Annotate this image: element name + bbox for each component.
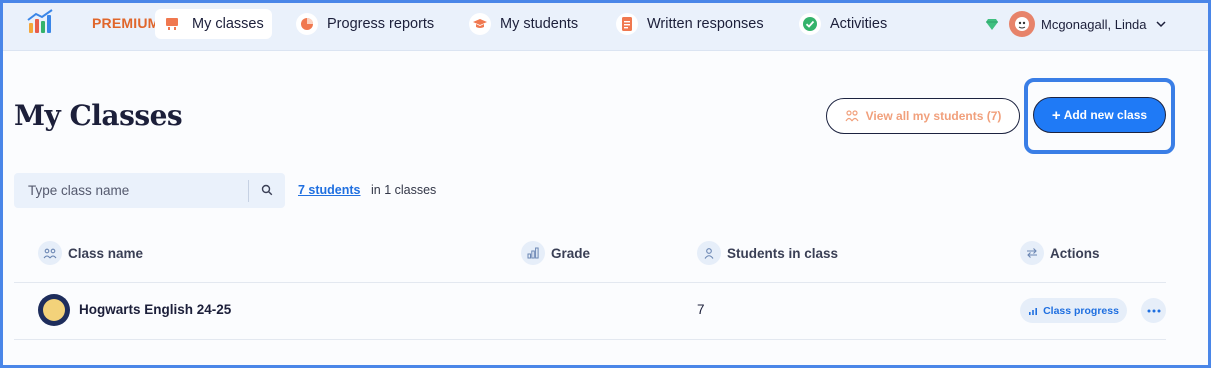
more-options-button[interactable] — [1141, 298, 1166, 323]
user-menu[interactable]: Mcgonagall, Linda — [985, 10, 1167, 38]
nav-label: Progress reports — [327, 16, 435, 32]
column-label: Actions — [1050, 245, 1100, 261]
nav-label: My students — [500, 16, 579, 32]
more-horizontal-icon — [1147, 309, 1160, 312]
students-count-cell: 7 — [697, 302, 705, 317]
nav-my-classes[interactable]: My classes — [155, 9, 272, 39]
view-all-label: View all my students (7) — [865, 109, 1002, 123]
app-window: PREMIUM My classes Progress reports My s… — [3, 3, 1208, 365]
nav-label: My classes — [192, 16, 264, 32]
swap-arrows-icon — [1020, 241, 1044, 265]
column-header-grade[interactable]: Grade — [521, 241, 590, 265]
class-progress-label: Class progress — [1043, 304, 1119, 317]
search-input[interactable] — [14, 173, 248, 208]
nav-my-students[interactable]: My students — [463, 9, 586, 39]
users-icon — [845, 109, 859, 123]
add-class-label: Add new class — [1063, 108, 1148, 122]
plus-icon: + — [1051, 106, 1061, 124]
nav-label: Activities — [830, 16, 888, 32]
column-header-actions: Actions — [1020, 241, 1100, 265]
column-label: Class name — [68, 245, 144, 261]
search-button[interactable] — [254, 177, 280, 203]
column-header-class-name[interactable]: Class name — [38, 241, 143, 265]
view-all-students-button[interactable]: View all my students (7) — [826, 98, 1020, 134]
avatar — [1009, 11, 1035, 37]
logo-icon[interactable] — [25, 9, 55, 35]
gem-icon — [986, 19, 998, 30]
column-header-students[interactable]: Students in class — [697, 241, 838, 265]
nav-written-responses[interactable]: Written responses — [610, 9, 772, 39]
nav-label: Written responses — [647, 16, 764, 32]
users-icon — [38, 241, 62, 265]
top-nav: PREMIUM My classes Progress reports My s… — [3, 3, 1208, 51]
graduation-cap-icon — [469, 13, 491, 35]
page-title: My Classes — [14, 99, 183, 132]
table-divider — [14, 282, 1166, 283]
column-label: Grade — [551, 245, 591, 261]
bar-chart-icon — [1028, 306, 1038, 316]
class-name-cell[interactable]: Hogwarts English 24-25 — [79, 302, 231, 317]
class-progress-button[interactable]: Class progress — [1020, 298, 1127, 323]
classes-count-text: in 1 classes — [371, 183, 437, 197]
students-count-link[interactable]: 7 students — [298, 183, 361, 197]
table-divider — [14, 339, 1166, 340]
class-avatar — [38, 294, 70, 326]
nav-activities[interactable]: Activities — [793, 9, 895, 39]
nav-progress-reports[interactable]: Progress reports — [290, 9, 442, 39]
search-divider — [248, 180, 249, 202]
user-name: Mcgonagall, Linda — [1041, 16, 1147, 32]
class-search — [14, 173, 285, 208]
premium-label: PREMIUM — [92, 15, 160, 31]
add-new-class-button[interactable]: + Add new class — [1033, 97, 1166, 133]
search-icon — [261, 184, 273, 196]
column-label: Students in class — [727, 245, 839, 261]
chevron-down-icon — [1156, 21, 1166, 28]
document-icon — [616, 13, 638, 35]
chalkboard-icon — [161, 13, 183, 35]
bar-chart-icon — [521, 241, 545, 265]
pie-chart-icon — [296, 13, 318, 35]
user-icon — [697, 241, 721, 265]
check-circle-icon — [799, 13, 821, 35]
